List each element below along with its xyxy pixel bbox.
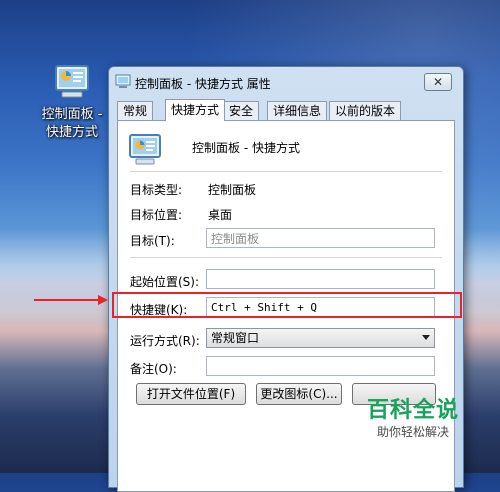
- watermark-sub: 助你轻松解决: [376, 425, 449, 439]
- change-icon-button[interactable]: 更改图标(C)...: [256, 383, 342, 405]
- dialog-titlebar[interactable]: 控制面板 - 快捷方式 属性 ✕: [109, 67, 463, 97]
- tab-security[interactable]: 安全: [223, 101, 260, 120]
- annotation-arrow-line: [34, 299, 100, 301]
- chevron-down-icon: [422, 335, 430, 340]
- divider-top: [130, 171, 442, 172]
- desktop-icon-label-line1: 控制面板 -: [41, 107, 103, 122]
- shortcut-properties-icon: [115, 74, 131, 89]
- run-select[interactable]: 常规窗口: [206, 328, 435, 348]
- tab-general[interactable]: 常规: [117, 101, 154, 120]
- watermark: 百科全说 助你轻松解决: [358, 398, 468, 440]
- divider-middle: [130, 257, 442, 258]
- watermark-main: 百科全说: [366, 398, 459, 423]
- desktop-icon-label-line2: 快捷方式: [45, 125, 98, 140]
- tab-previous-versions[interactable]: 以前的版本: [329, 101, 402, 120]
- start-in-field[interactable]: [206, 269, 435, 289]
- target-location-value: 桌面: [208, 208, 233, 222]
- target-type-value: 控制面板: [208, 183, 257, 197]
- run-label: 运行方式(R):: [130, 334, 200, 348]
- target-type-label: 目标类型:: [130, 183, 183, 197]
- run-select-value: 常规窗口: [211, 331, 260, 345]
- control-panel-icon: [50, 62, 94, 102]
- target-label: 目标(T):: [130, 234, 175, 248]
- hotkey-highlight-box: [112, 292, 462, 318]
- comment-field[interactable]: [206, 356, 435, 376]
- desktop-shortcut-control-panel[interactable]: 控制面板 - 快捷方式: [30, 62, 114, 142]
- target-field[interactable]: 控制面板: [206, 228, 435, 248]
- comment-label: 备注(O):: [130, 362, 177, 376]
- close-button[interactable]: ✕: [424, 73, 452, 91]
- dialog-title: 控制面板 - 快捷方式 属性: [135, 77, 271, 91]
- tab-details[interactable]: 详细信息: [267, 101, 328, 120]
- shortcut-name: 控制面板 - 快捷方式: [192, 141, 300, 155]
- target-location-label: 目标位置:: [130, 208, 183, 222]
- shortcut-big-icon: [126, 133, 166, 167]
- open-file-location-button[interactable]: 打开文件位置(F): [136, 383, 246, 405]
- annotation-arrow-head: [98, 295, 108, 305]
- close-icon: ✕: [432, 75, 444, 89]
- tab-shortcut[interactable]: 快捷方式: [165, 99, 226, 121]
- start-in-label: 起始位置(S):: [130, 275, 200, 289]
